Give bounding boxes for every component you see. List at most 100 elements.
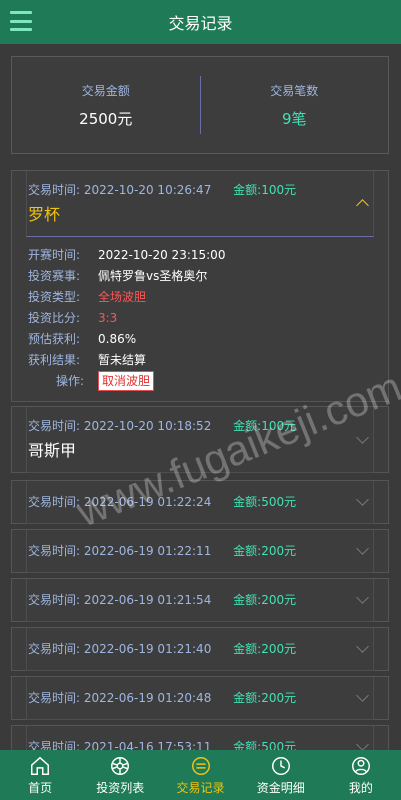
record-header[interactable]: 交易时间: 2022-06-19 01:22:11 金额:200元 (26, 530, 374, 573)
amount-value: 金额:500元 (233, 495, 297, 509)
record-time-row: 交易时间: 2022-06-19 01:22:11 金额:200元 (28, 542, 296, 559)
detail-profit: 预估获利: 0.86% (28, 330, 136, 347)
home-icon (31, 756, 50, 775)
chevron-down-icon[interactable] (356, 493, 369, 506)
record-header[interactable]: 交易时间: 2022-06-19 01:22:24 金额:500元 (26, 481, 374, 524)
time-label: 交易时间: (28, 419, 81, 433)
time-value: 2022-10-20 10:18:52 (83, 419, 212, 433)
record-header[interactable]: 交易时间: 2022-06-19 01:21:54 金额:200元 (26, 579, 374, 622)
detail-start: 开赛时间: 2022-10-20 23:15:00 (28, 246, 225, 263)
count-label: 交易笔数 (270, 83, 319, 98)
record-time-row: 交易时间: 2022-06-19 01:20:48 金额:200元 (28, 689, 296, 706)
tab-funds[interactable]: 资金明细 (241, 750, 321, 800)
summary-card: 交易金额 2500元 交易笔数 9笔 (11, 56, 389, 154)
records-icon (191, 757, 210, 775)
tab-label: 首页 (28, 781, 53, 795)
amount-value: 金额:200元 (233, 544, 297, 558)
detail-value: 佩特罗鲁vs圣格奥尔 (98, 269, 208, 283)
record-time-row: 交易时间: 2022-10-20 10:26:47 金额:100元 (28, 181, 296, 198)
menu-icon[interactable] (10, 11, 32, 31)
record-header[interactable]: 交易时间: 2022-10-20 10:18:52 金额:100元 哥斯甲 (26, 407, 374, 473)
clock-icon (271, 757, 290, 775)
team-name: 哥斯甲 (28, 441, 77, 460)
amount-value: 金额:200元 (233, 691, 297, 705)
time-value: 2022-06-19 01:21:54 (83, 593, 212, 607)
chevron-down-icon[interactable] (356, 431, 369, 444)
time-label: 交易时间: (28, 593, 81, 607)
team-name: 罗杯 (28, 205, 61, 224)
detail-label: 获利结果: (28, 353, 81, 367)
record-item: 交易时间: 2021-04-16 17:53:11 金额:500元 (11, 725, 389, 750)
tab-label: 交易记录 (176, 781, 225, 795)
detail-type: 投资类型: 全场波胆 (28, 288, 146, 305)
chevron-down-icon[interactable] (356, 738, 369, 750)
chevron-down-icon[interactable] (356, 591, 369, 604)
time-value: 2022-06-19 01:21:40 (83, 642, 212, 656)
detail-value: 暂未结算 (98, 353, 147, 367)
time-value: 2022-10-20 10:26:47 (83, 183, 212, 197)
record-time-row: 交易时间: 2022-06-19 01:22:24 金额:500元 (28, 493, 296, 510)
record-item: 交易时间: 2022-06-19 01:21:54 金额:200元 (11, 578, 389, 622)
amount-value: 金额:500元 (233, 740, 297, 750)
time-value: 2022-06-19 01:22:24 (83, 495, 212, 509)
count-summary: 交易笔数 9笔 (201, 82, 389, 129)
count-value: 9笔 (281, 109, 307, 128)
detail-score: 投资比分: 3:3 (28, 309, 117, 326)
detail-label: 投资赛事: (28, 269, 81, 283)
amount-value: 金额:100元 (233, 419, 297, 433)
time-value: 2021-04-16 17:53:11 (83, 740, 212, 750)
detail-label: 开赛时间: (28, 248, 81, 262)
record-header[interactable]: 交易时间: 2021-04-16 17:53:11 金额:500元 (26, 726, 374, 750)
time-label: 交易时间: (28, 495, 81, 509)
detail-value: 全场波胆 (98, 290, 147, 304)
tab-records[interactable]: 交易记录 (160, 750, 240, 800)
amount-summary: 交易金额 2500元 (12, 82, 200, 129)
record-time-row: 交易时间: 2022-06-19 01:21:54 金额:200元 (28, 591, 296, 608)
detail-label: 投资类型: (28, 290, 81, 304)
tab-investments[interactable]: 投资列表 (80, 750, 160, 800)
records-list[interactable]: 交易金额 2500元 交易笔数 9笔 交易时间: 2022-10-20 10:2… (0, 44, 401, 750)
chevron-down-icon[interactable] (356, 542, 369, 555)
record-time-row: 交易时间: 2021-04-16 17:53:11 金额:500元 (28, 738, 296, 750)
amount-value: 金额:200元 (233, 642, 297, 656)
detail-value: 0.86% (98, 332, 137, 346)
top-bar: 交易记录 (0, 0, 401, 44)
record-time-row: 交易时间: 2022-06-19 01:21:40 金额:200元 (28, 640, 296, 657)
amount-value: 金额:100元 (233, 183, 297, 197)
detail-label: 投资比分: (28, 311, 81, 325)
time-label: 交易时间: (28, 183, 81, 197)
tab-mine[interactable]: 我的 (321, 750, 401, 800)
detail-label: 操作: (55, 374, 84, 388)
detail-value: 3:3 (98, 311, 118, 325)
bottom-tab-bar: 首页 投资列表 交易记录 资金明细 我的 (0, 750, 401, 800)
time-label: 交易时间: (28, 544, 81, 558)
detail-action: 操作: 取消波胆 (28, 371, 155, 391)
chevron-up-icon[interactable] (356, 199, 369, 212)
time-value: 2022-06-19 01:22:11 (83, 544, 212, 558)
record-header[interactable]: 交易时间: 2022-10-20 10:26:47 金额:100元 罗杯 (26, 171, 374, 237)
tab-home[interactable]: 首页 (0, 750, 80, 800)
time-label: 交易时间: (28, 691, 81, 705)
detail-value: 2022-10-20 23:15:00 (98, 248, 226, 262)
record-header[interactable]: 交易时间: 2022-06-19 01:20:48 金额:200元 (26, 677, 374, 720)
time-value: 2022-06-19 01:20:48 (83, 691, 212, 705)
cancel-bet-button[interactable]: 取消波胆 (98, 371, 155, 391)
record-item: 交易时间: 2022-06-19 01:22:24 金额:500元 (11, 480, 389, 524)
amount-value: 金额:200元 (233, 593, 297, 607)
detail-result: 获利结果: 暂未结算 (28, 351, 146, 368)
amount-value: 2500元 (79, 109, 133, 128)
record-item: 交易时间: 2022-10-20 10:18:52 金额:100元 哥斯甲 (11, 406, 389, 473)
time-label: 交易时间: (28, 642, 81, 656)
record-item: 交易时间: 2022-10-20 10:26:47 金额:100元 罗杯 开赛时… (11, 170, 389, 402)
detail-match: 投资赛事: 佩特罗鲁vs圣格奥尔 (28, 267, 207, 284)
tab-label: 我的 (348, 781, 373, 795)
chevron-down-icon[interactable] (356, 640, 369, 653)
tab-label: 资金明细 (256, 781, 305, 795)
time-label: 交易时间: (28, 740, 81, 750)
record-header[interactable]: 交易时间: 2022-06-19 01:21:40 金额:200元 (26, 628, 374, 671)
tab-label: 投资列表 (96, 781, 145, 795)
record-item: 交易时间: 2022-06-19 01:20:48 金额:200元 (11, 676, 389, 720)
chevron-down-icon[interactable] (356, 689, 369, 702)
user-icon (351, 757, 370, 775)
ball-icon (111, 757, 130, 775)
